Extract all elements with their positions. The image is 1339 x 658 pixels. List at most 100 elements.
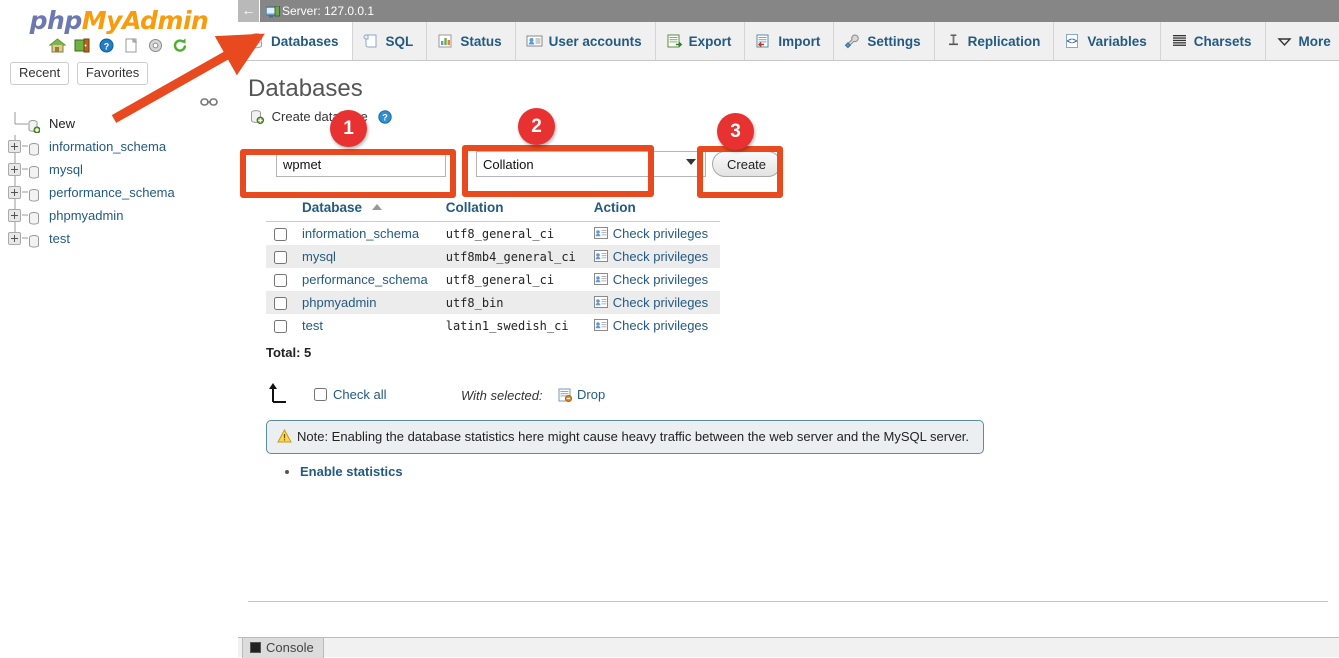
tab-charsets[interactable]: Charsets <box>1161 22 1266 61</box>
row-action-cell: Check privileges <box>588 245 720 268</box>
check-all-checkbox[interactable] <box>314 388 327 401</box>
main-content-pane: ← Server: 127.0.0.1 Databases SQL Status… <box>238 0 1339 657</box>
row-checkbox[interactable] <box>274 228 287 241</box>
tab-user-accounts[interactable]: User accounts <box>516 22 656 61</box>
tree-item-performance-schema[interactable]: performance_schema <box>0 181 238 204</box>
check-privileges-icon <box>594 250 608 262</box>
help-icon[interactable]: ? <box>98 38 115 53</box>
tree-item-new[interactable]: New <box>0 112 238 135</box>
main-tab-bar: Databases SQL Status User accounts Expor… <box>238 22 1339 61</box>
tree-expand-icon[interactable] <box>8 232 21 245</box>
navigation-sidebar: phpMyAdmin ? Recent Favorites <box>0 0 238 657</box>
databases-page: Databases Create database ? Collation Cr… <box>238 61 1339 479</box>
tab-variables[interactable]: <> Variables <box>1054 22 1160 61</box>
row-database-cell: performance_schema <box>296 268 440 291</box>
create-button[interactable]: Create <box>712 151 781 177</box>
charsets-icon <box>1171 25 1188 41</box>
row-checkbox[interactable] <box>274 320 287 333</box>
with-selected-label: With selected: <box>461 388 543 403</box>
console-bar: Console <box>238 637 1339 657</box>
check-privileges-link[interactable]: Check privileges <box>613 272 708 287</box>
link-chain-icon[interactable] <box>200 96 218 108</box>
row-database-cell: mysql <box>296 245 440 268</box>
row-checkbox-cell <box>266 268 296 291</box>
database-link[interactable]: mysql <box>302 249 336 264</box>
refresh-icon[interactable] <box>172 38 189 53</box>
table-row: mysql utf8mb4_general_ci Check privilege… <box>266 245 720 268</box>
tree-item-mysql[interactable]: mysql <box>0 158 238 181</box>
tree-expand-icon[interactable] <box>8 186 21 199</box>
tree-expand-icon[interactable] <box>8 140 21 153</box>
tree-item-label: phpmyadmin <box>49 204 123 227</box>
drop-action[interactable]: Drop <box>558 387 605 402</box>
check-privileges-link[interactable]: Check privileges <box>613 295 708 310</box>
svg-text:<>: <> <box>1067 36 1078 46</box>
select-all-arrow-icon <box>266 382 298 404</box>
tree-expand-icon[interactable] <box>8 209 21 222</box>
settings-icon[interactable] <box>147 38 164 53</box>
tab-import[interactable]: Import <box>745 22 834 61</box>
docs-icon[interactable] <box>123 38 140 53</box>
tab-databases[interactable]: Databases <box>238 22 353 61</box>
row-collation-cell: utf8_general_ci <box>440 268 588 291</box>
status-chart-icon <box>437 25 454 41</box>
console-toggle-button[interactable]: Console <box>242 638 324 658</box>
import-icon <box>755 25 772 41</box>
database-link[interactable]: performance_schema <box>302 272 428 287</box>
check-privileges-icon <box>594 296 608 308</box>
tree-item-test[interactable]: test <box>0 227 238 250</box>
help-icon[interactable]: ? <box>378 110 392 124</box>
tab-replication[interactable]: Replication <box>935 22 1055 61</box>
header-collation[interactable]: Collation <box>440 195 588 222</box>
tree-item-information-schema[interactable]: information_schema <box>0 135 238 158</box>
console-icon <box>250 642 261 653</box>
favorites-tab[interactable]: Favorites <box>77 62 148 85</box>
database-add-icon <box>28 117 40 130</box>
tab-settings[interactable]: Settings <box>834 22 934 61</box>
database-name-input[interactable] <box>276 151 446 177</box>
tab-export[interactable]: Export <box>656 22 746 61</box>
check-privileges-link[interactable]: Check privileges <box>613 318 708 333</box>
collation-select[interactable]: Collation <box>476 151 706 177</box>
header-collation-label: Collation <box>446 200 504 215</box>
row-database-cell: test <box>296 314 440 337</box>
recent-tab[interactable]: Recent <box>10 62 69 85</box>
database-icon <box>28 209 40 222</box>
row-action-cell: Check privileges <box>588 222 720 246</box>
tab-status[interactable]: Status <box>427 22 515 61</box>
drop-label: Drop <box>577 387 605 402</box>
check-privileges-icon <box>594 273 608 285</box>
database-icon <box>248 25 265 41</box>
header-database-label: Database <box>302 200 362 215</box>
row-checkbox[interactable] <box>274 274 287 287</box>
tab-label: Import <box>778 34 820 49</box>
tab-sql[interactable]: SQL <box>353 22 428 61</box>
row-action-cell: Check privileges <box>588 268 720 291</box>
row-checkbox[interactable] <box>274 297 287 310</box>
header-database[interactable]: Database <box>296 195 440 222</box>
phpmyadmin-logo[interactable]: phpMyAdmin <box>0 0 238 35</box>
check-all-control[interactable]: Check all <box>314 387 386 402</box>
statistics-note: Note: Enabling the database statistics h… <box>266 420 984 454</box>
total-count: Total: 5 <box>266 345 1339 360</box>
database-icon <box>28 232 40 245</box>
note-text: Note: Enabling the database statistics h… <box>297 429 969 444</box>
tab-more[interactable]: More <box>1266 22 1339 61</box>
row-checkbox[interactable] <box>274 251 287 264</box>
page-title: Databases <box>248 61 1339 109</box>
check-privileges-link[interactable]: Check privileges <box>613 249 708 264</box>
server-exit-icon[interactable] <box>74 38 91 53</box>
database-link[interactable]: phpmyadmin <box>302 295 376 310</box>
database-link[interactable]: test <box>302 318 323 333</box>
database-link[interactable]: information_schema <box>302 226 419 241</box>
create-database-header: Create database ? <box>248 109 1339 133</box>
home-icon[interactable] <box>49 38 66 53</box>
check-privileges-link[interactable]: Check privileges <box>613 226 708 241</box>
database-tree: New information_schema mysql <box>0 112 238 250</box>
table-row: performance_schema utf8_general_ci Check… <box>266 268 720 291</box>
tree-item-phpmyadmin[interactable]: phpmyadmin <box>0 204 238 227</box>
back-button[interactable]: ← <box>238 0 260 22</box>
enable-statistics-link[interactable]: Enable statistics <box>300 464 403 479</box>
tree-expand-icon[interactable] <box>8 163 21 176</box>
row-collation-cell: latin1_swedish_ci <box>440 314 588 337</box>
